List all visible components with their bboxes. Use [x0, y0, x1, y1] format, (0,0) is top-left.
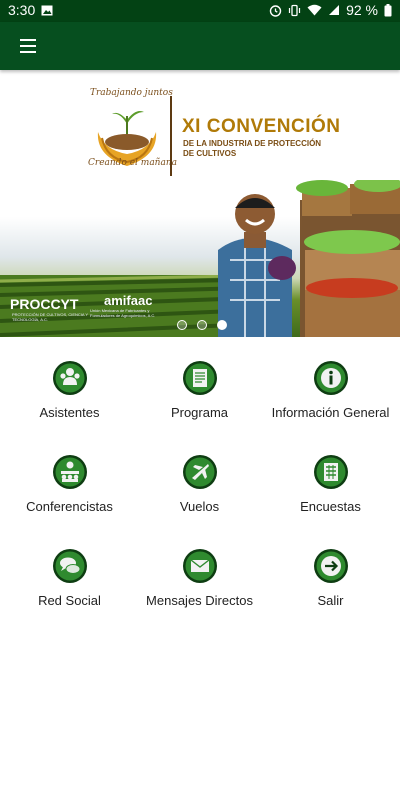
logo-caption-bottom: Creando el mañana — [88, 158, 178, 168]
menu-label: Programa — [170, 405, 229, 420]
menu-item-encuestas[interactable]: Encuestas — [264, 454, 397, 524]
menu-item-informacion-general[interactable]: Información General — [264, 360, 397, 430]
attendees-icon — [52, 361, 87, 395]
convention-subtitle-line2: DE CULTIVOS — [183, 149, 237, 158]
amifaac-tagline: Unión Mexicana de Fabricantes y Formulad… — [90, 308, 156, 318]
carousel-dot[interactable] — [197, 320, 207, 330]
status-time: 3:30 — [8, 2, 36, 18]
hamburger-menu-icon[interactable] — [12, 34, 44, 58]
exit-arrow-icon — [313, 549, 348, 583]
hands-plant-logo — [97, 111, 157, 166]
battery-percent: 92 % — [346, 2, 378, 18]
vibrate-icon — [288, 4, 301, 16]
menu-item-red-social[interactable]: Red Social — [3, 548, 136, 618]
logo-caption-top: Trabajando juntos — [90, 88, 173, 98]
envelope-icon — [182, 549, 217, 583]
survey-icon — [313, 455, 348, 489]
battery-icon — [384, 3, 392, 16]
menu-label: Salir — [317, 593, 344, 608]
carousel-indicators — [177, 320, 227, 330]
menu-item-conferencistas[interactable]: Conferencistas — [3, 454, 136, 524]
status-icons: 92 % — [269, 2, 392, 18]
wifi-icon — [307, 4, 322, 16]
logo-divider — [170, 96, 172, 176]
menu-label: Encuestas — [300, 499, 361, 514]
info-icon — [313, 361, 348, 395]
menu-item-vuelos[interactable]: Vuelos — [133, 454, 266, 524]
banner-carousel[interactable]: Trabajando juntos Creando el mañana XI C… — [0, 70, 400, 337]
airplane-icon — [182, 455, 217, 489]
app-bar — [0, 22, 400, 70]
proccyt-tagline: PROTECCIÓN DE CULTIVOS, CIENCIA Y TECNOL… — [12, 312, 89, 322]
menu-label: Conferencistas — [26, 499, 113, 514]
farmer-with-vegetables-image — [218, 180, 400, 337]
chat-bubbles-icon — [52, 549, 87, 583]
status-bar: 3:30 92 % — [0, 0, 400, 22]
menu-item-asistentes[interactable]: Asistentes — [3, 360, 136, 430]
convention-subtitle-line1: DE LA INDUSTRIA DE PROTECCIÓN — [183, 139, 322, 148]
alarm-icon — [269, 4, 282, 17]
menu-label: Mensajes Directos — [146, 593, 253, 608]
menu-item-salir[interactable]: Salir — [264, 548, 397, 618]
amifaac-logo: amifaac — [104, 293, 153, 308]
convention-title: XI CONVENCIÓN — [182, 116, 341, 137]
image-notification-icon — [41, 5, 53, 16]
menu-label: Asistentes — [39, 405, 100, 420]
proccyt-logo: PROCCYT — [10, 296, 79, 312]
menu-item-mensajes-directos[interactable]: Mensajes Directos — [133, 548, 266, 618]
speakers-icon — [52, 455, 87, 489]
signal-icon — [329, 5, 340, 15]
menu-label: Vuelos — [179, 499, 220, 514]
carousel-dot-active[interactable] — [217, 320, 227, 330]
menu-label: Información General — [271, 405, 390, 420]
menu-item-programa[interactable]: Programa — [133, 360, 266, 430]
menu-label: Red Social — [38, 593, 101, 608]
carousel-dot[interactable] — [177, 320, 187, 330]
program-scroll-icon — [182, 361, 217, 395]
